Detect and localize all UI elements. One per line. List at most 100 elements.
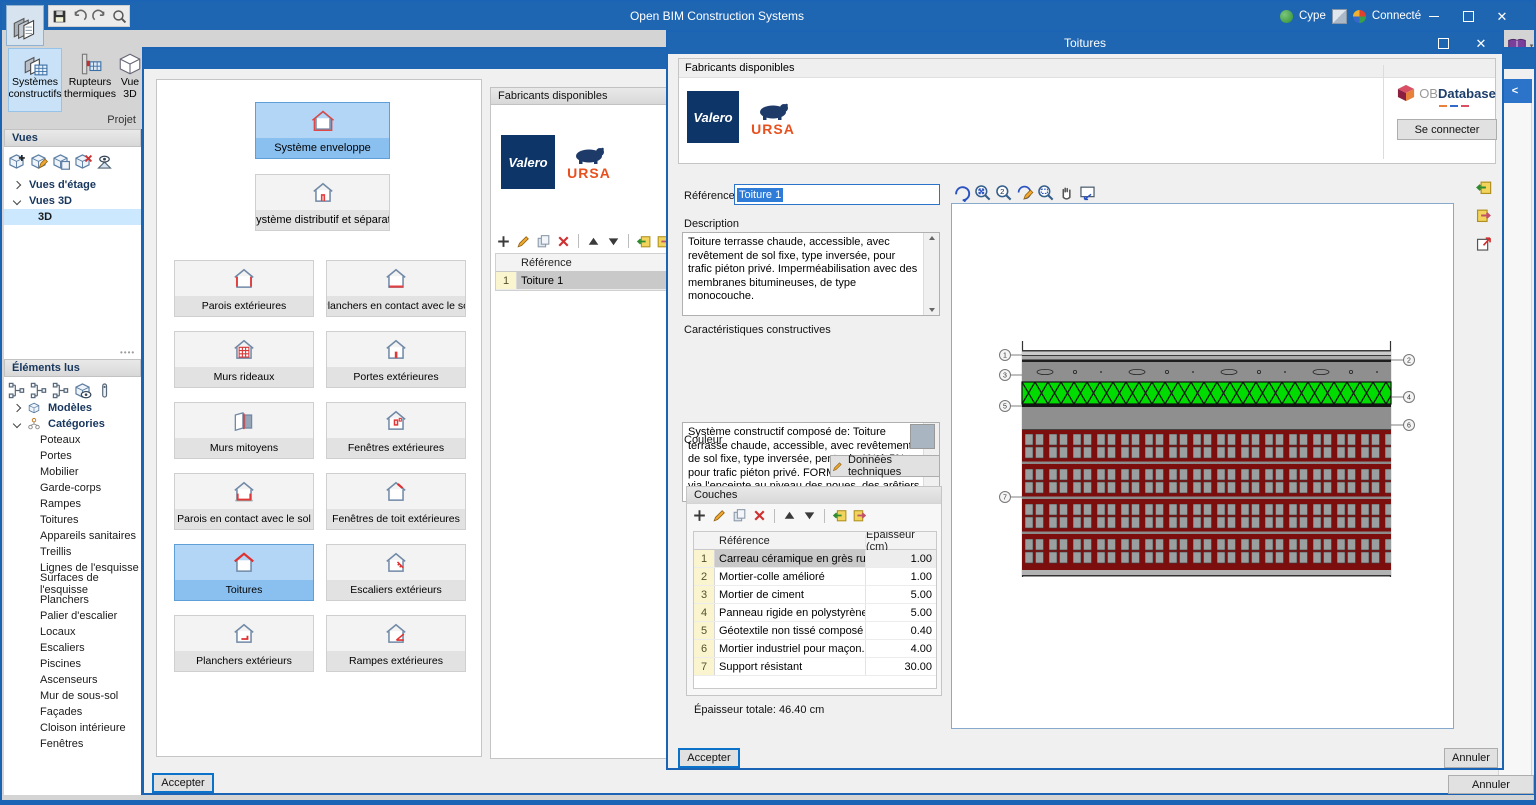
system-type-button[interactable]: Système distributif et séparatif [255,174,390,231]
toitures-titlebar[interactable]: Toitures ✕ [668,32,1502,54]
color-swatch[interactable] [910,424,935,449]
couche-row[interactable]: 4 Panneau rigide en polystyrène... 5.00 [694,604,936,622]
ursa-logo[interactable]: URSA [561,145,617,189]
copy-icon[interactable] [731,507,748,524]
ribbon-tab-vue-3d[interactable]: Vue 3D [118,48,142,112]
category-item[interactable]: Locaux [4,624,141,640]
duplicate-view-icon[interactable] [51,152,70,171]
scroll-up-icon[interactable] [928,236,935,240]
chevron-right-icon[interactable] [12,180,22,190]
category-item[interactable]: Treillis [4,544,141,560]
category-item[interactable]: Piscines [4,656,141,672]
system-category-button[interactable]: Escaliers extérieurs [326,544,466,601]
zoom-fit-icon[interactable] [973,183,992,202]
category-item[interactable]: Rampes [4,496,141,512]
column-header-reference[interactable]: Référence [517,257,666,269]
delete-icon[interactable] [751,507,768,524]
category-item[interactable]: Mobilier [4,464,141,480]
expand-tree-icon[interactable] [7,381,26,400]
tree-item-vues-3d[interactable]: Vues 3D [4,193,141,209]
fabricant-row[interactable]: 1 Toiture 1 [496,272,666,290]
dialog-maximize-button[interactable] [1424,32,1462,54]
save-icon[interactable] [51,8,68,25]
zoom-scale-icon[interactable] [994,183,1013,202]
systems-accept-button[interactable]: Accepter [152,773,214,793]
zoom-window-icon[interactable] [1036,183,1055,202]
couche-row[interactable]: 7 Support résistant 30.00 [694,658,936,676]
tree-item-3d[interactable]: 3D [4,209,141,225]
description-scrollbar[interactable] [923,233,939,315]
couche-row[interactable]: 5 Géotextile non tissé composé ... 0.40 [694,622,936,640]
preview-canvas[interactable]: 1 2 3 4 5 6 7 [951,203,1454,729]
valero-logo[interactable]: Valero [687,91,739,143]
delete-view-icon[interactable] [73,152,92,171]
move-up-icon[interactable] [781,507,798,524]
maximize-button[interactable] [1451,2,1485,30]
edit-view-icon[interactable] [29,152,48,171]
couche-row[interactable]: 1 Carreau céramique en grès rus... 1.00 [694,550,936,568]
column-header-reference[interactable]: Référence [715,534,866,547]
move-down-icon[interactable] [801,507,818,524]
connect-button[interactable]: Se connecter [1397,119,1497,140]
couche-row[interactable]: 3 Mortier de ciment 5.00 [694,586,936,604]
category-item[interactable]: Cloison intérieure [4,720,141,736]
export-icon[interactable] [1474,206,1493,225]
chevron-right-icon[interactable] [12,403,22,413]
reference-input[interactable]: Toiture 1 [734,184,940,205]
category-item[interactable]: Escaliers [4,640,141,656]
systems-cancel-button[interactable]: Annuler [1448,775,1534,794]
tree-item-modeles[interactable]: Modèles [4,400,141,416]
move-up-icon[interactable] [585,233,602,250]
system-category-button[interactable]: Portes extérieures [326,331,466,388]
category-item[interactable]: Poteaux [4,432,141,448]
camera-view-icon[interactable] [95,152,114,171]
collapse-tree-icon[interactable] [51,381,70,400]
ribbon-tab-systemes-constructifs[interactable]: Systèmes constructifs [8,48,62,112]
tree-item-vues-etage[interactable]: Vues d'étage [4,177,141,193]
search-icon[interactable] [111,8,128,25]
system-type-button[interactable]: Système enveloppe [255,102,390,159]
add-icon[interactable] [495,233,512,250]
system-category-button[interactable]: Murs rideaux [174,331,314,388]
panel-resize-handle[interactable]: •••• [120,348,135,357]
import-icon[interactable] [1474,178,1493,197]
open-external-icon[interactable] [1474,234,1493,253]
system-category-button[interactable]: Rampes extérieures [326,615,466,672]
system-category-button[interactable]: Parois extérieures [174,260,314,317]
collapse-branch-icon[interactable] [29,381,48,400]
close-button[interactable]: ✕ [1485,2,1519,30]
copy-icon[interactable] [535,233,552,250]
ribbon-tab-rupteurs-thermiques[interactable]: Rupteurs thermiques [64,48,116,112]
description-textarea[interactable]: Toiture terrasse chaude, accessible, ave… [682,232,940,316]
delete-icon[interactable] [555,233,572,250]
category-item[interactable]: Fenêtres [4,736,141,752]
isolate-icon[interactable] [95,381,114,400]
category-item[interactable]: Toitures [4,512,141,528]
edit-icon[interactable] [711,507,728,524]
system-category-button[interactable]: Murs mitoyens [174,402,314,459]
import-icon[interactable] [831,507,848,524]
couche-row[interactable]: 6 Mortier industriel pour maçon... 4.00 [694,640,936,658]
app-button[interactable] [6,5,44,46]
system-category-button[interactable]: Toitures [174,544,314,601]
previous-view-icon[interactable] [1078,183,1097,202]
system-category-button[interactable]: Planchers extérieurs [174,615,314,672]
dialog-accept-button[interactable]: Accepter [678,748,740,768]
visibility-cube-icon[interactable] [73,381,92,400]
category-item[interactable]: Façades [4,704,141,720]
category-item[interactable]: Garde-corps [4,480,141,496]
category-item[interactable]: Portes [4,448,141,464]
ursa-logo[interactable]: URSA [745,101,801,145]
undo-icon[interactable] [71,8,88,25]
category-item[interactable]: Appareils sanitaires [4,528,141,544]
tree-item-categories[interactable]: Catégories [4,416,141,432]
category-item[interactable]: Ascenseurs [4,672,141,688]
scroll-down-icon[interactable] [928,308,935,312]
dialog-cancel-button[interactable]: Annuler [1444,748,1498,768]
valero-logo[interactable]: Valero [501,135,555,189]
export-icon[interactable] [851,507,868,524]
redo-icon[interactable] [91,8,108,25]
add-view-icon[interactable] [7,152,26,171]
redraw-icon[interactable] [952,183,971,202]
system-category-button[interactable]: Planchers en contact avec le sol [326,260,466,317]
